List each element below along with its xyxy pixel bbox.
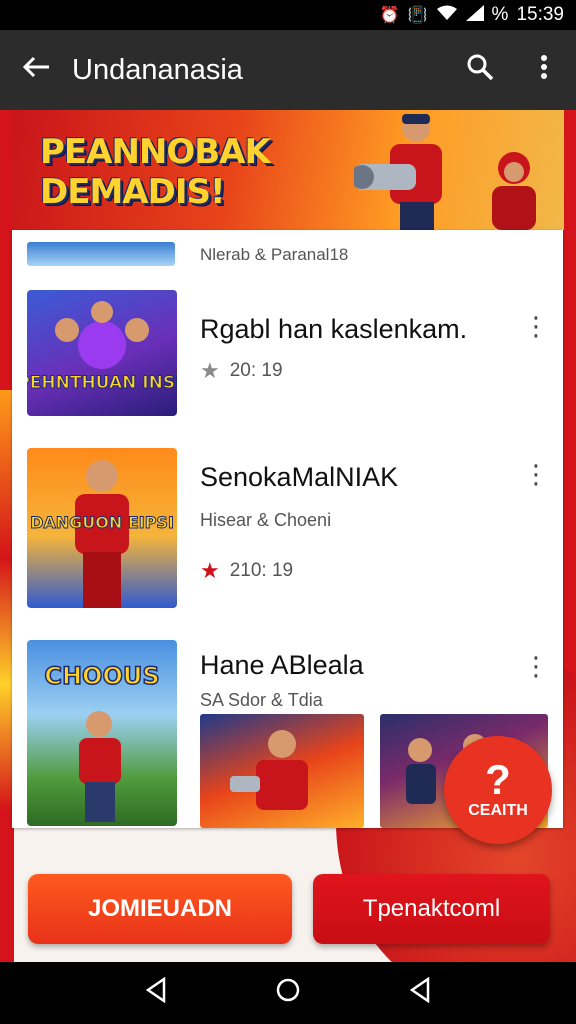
nav-recents-icon[interactable] — [408, 976, 432, 1010]
rating-value: 210: 19 — [229, 560, 294, 581]
promo-banner[interactable]: PEANNOBAK DEMADIS! — [12, 110, 564, 230]
thumb-caption: PEHNTHUAN INSE — [27, 373, 177, 393]
game-title: SenokaMalNIAK — [200, 462, 399, 492]
item-menu-button[interactable]: ⋮ — [521, 646, 551, 686]
thumb-caption: CHOOUS — [44, 662, 159, 690]
banner-sidekick-illustration — [492, 152, 536, 230]
banner-hero-illustration — [354, 114, 442, 230]
more-vert-icon — [540, 54, 548, 87]
list-item[interactable]: PEHNTHUAN INSE Rgabl han kaslenkam. ★ 20… — [12, 290, 563, 416]
secondary-action-button[interactable]: Tpenaktcoml — [313, 874, 550, 944]
game-title: Rgabl han kaslenkam. — [200, 314, 468, 344]
search-icon — [466, 53, 494, 88]
fab-label: CEAITH — [468, 802, 528, 819]
game-subtitle: SA Sdor & Tdia — [200, 690, 323, 710]
status-bar: ⏰ 📳 % 15:39 — [0, 0, 576, 30]
game-thumbnail: DANGUON EIPSI — [27, 448, 177, 608]
star-icon: ★ — [200, 558, 220, 583]
app-bar: Undananasia — [0, 30, 576, 110]
back-button[interactable] — [0, 30, 72, 110]
list-item[interactable]: Nlerab & Paranal18 — [12, 230, 563, 270]
more-vert-icon: ⋮ — [523, 458, 549, 489]
overflow-menu-button[interactable] — [512, 30, 576, 110]
game-thumbnail: PEHNTHUAN INSE — [27, 290, 177, 416]
game-subtitle: Hisear & Choeni — [200, 510, 332, 530]
game-rating: ★ 210: 19 — [200, 558, 293, 584]
thumb-caption: DANGUON EIPSI — [30, 513, 174, 532]
game-screenshot[interactable] — [200, 714, 364, 828]
banner-title: PEANNOBAK DEMADIS! — [40, 132, 271, 212]
list-item[interactable]: DANGUON EIPSI SenokaMalNIAK Hisear & Cho… — [12, 448, 563, 608]
item-menu-button[interactable]: ⋮ — [521, 306, 551, 346]
game-thumbnail: CHOOUS — [27, 640, 177, 826]
nav-home-icon[interactable] — [275, 977, 301, 1010]
page-title: Undananasia — [72, 53, 243, 86]
nav-back-icon[interactable] — [144, 976, 168, 1010]
primary-action-button[interactable]: JOMIEUADN — [28, 874, 292, 944]
arrow-left-icon — [21, 53, 51, 87]
status-time: 15:39 — [516, 4, 564, 25]
search-button[interactable] — [448, 30, 512, 110]
star-icon: ★ — [200, 358, 220, 383]
more-vert-icon: ⋮ — [523, 650, 549, 681]
wifi-icon — [436, 5, 458, 26]
vibrate-icon: 📳 — [407, 7, 428, 24]
battery-percent: % — [491, 4, 509, 25]
help-fab[interactable]: ? CEAITH — [444, 736, 552, 844]
game-subtitle: Nlerab & Paranal18 — [200, 245, 349, 264]
item-menu-button[interactable]: ⋮ — [521, 454, 551, 494]
game-thumbnail — [27, 242, 175, 266]
signal-icon — [465, 4, 484, 26]
game-rating: ★ 20: 19 — [200, 358, 283, 384]
system-nav-bar — [0, 962, 576, 1024]
more-vert-icon: ⋮ — [523, 310, 549, 341]
alarm-icon: ⏰ — [379, 7, 400, 24]
game-title: Hane ABleala — [200, 650, 364, 680]
rating-value: 20: 19 — [229, 360, 283, 381]
question-icon: ? — [485, 756, 511, 803]
